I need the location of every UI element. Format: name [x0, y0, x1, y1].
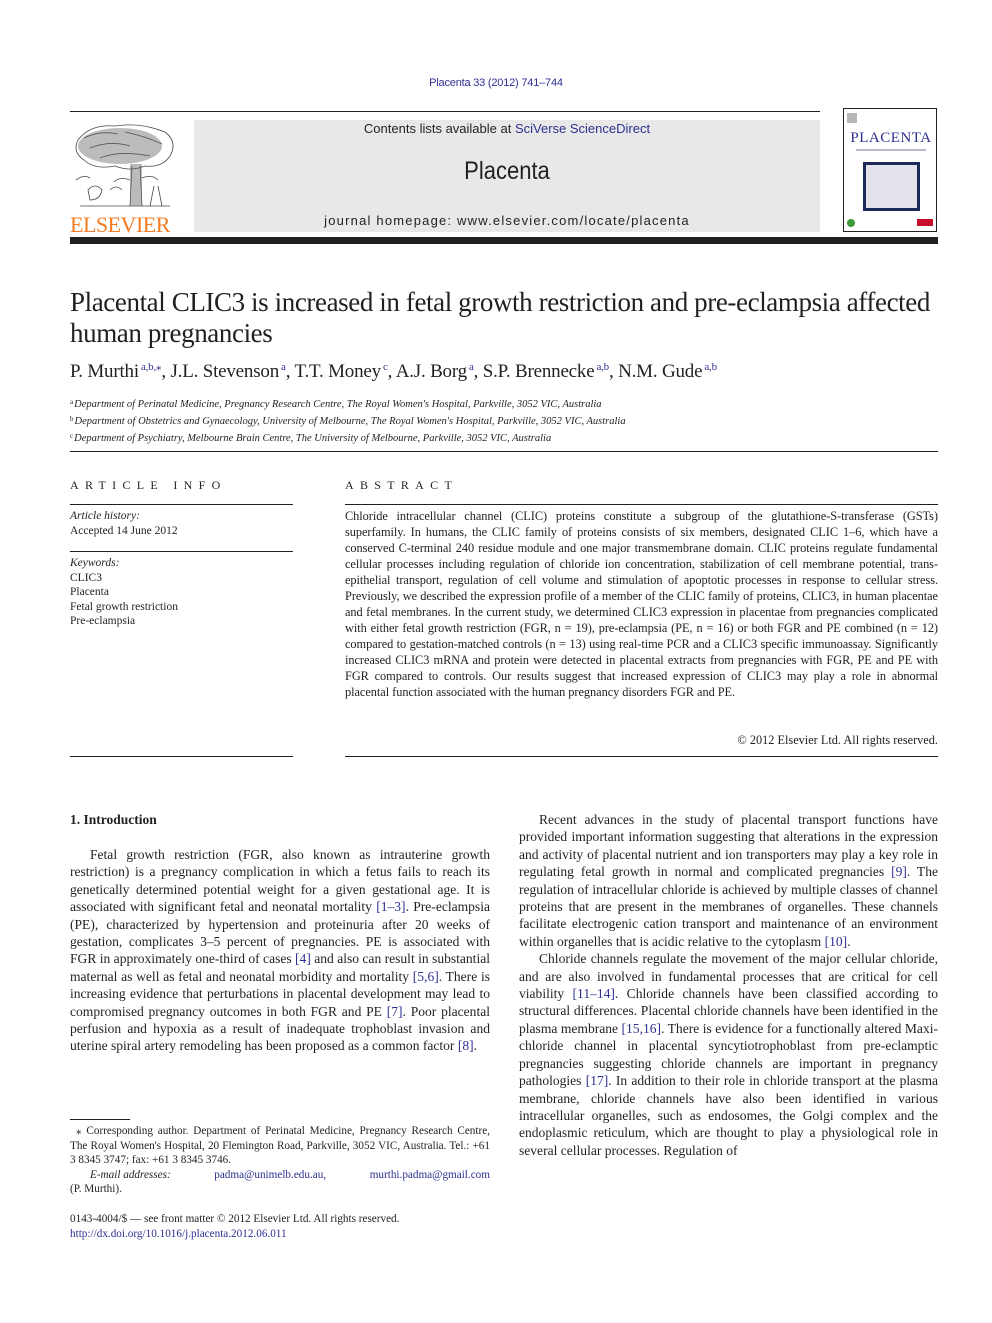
email-owner: (P. Murthi). [70, 1183, 122, 1195]
article-info-rule [70, 756, 293, 757]
author-list: P. Murthi a,b,⁎, J.L. Stevenson a, T.T. Mo… [70, 360, 950, 383]
header-rule-top [70, 111, 820, 112]
author[interactable]: T.T. Money [294, 361, 381, 382]
affiliation-text: Department of Obstetrics and Gynaecology… [74, 416, 626, 427]
article-info-heading: ARTICLE INFO [70, 478, 227, 492]
cover-elsevier-icon [847, 113, 857, 123]
body-column-left: Fetal growth restriction (FGR, also know… [70, 846, 490, 1055]
article-info-rule [70, 551, 293, 552]
abstract-text: Chloride intracellular channel (CLIC) pr… [345, 509, 938, 699]
paragraph-text: . [473, 1038, 478, 1054]
citation-link[interactable]: [1–3] [376, 899, 405, 914]
header-rule-bottom [70, 237, 938, 244]
author[interactable]: J.L. Stevenson [170, 361, 279, 382]
affiliation-text: Department of Perinatal Medicine, Pregna… [74, 399, 602, 410]
front-matter: 0143-4004/$ — see front matter © 2012 El… [70, 1212, 490, 1241]
citation-link[interactable]: [5,6] [413, 969, 439, 984]
cover-title: PLACENTA [850, 130, 932, 146]
abstract-heading: ABSTRACT [345, 478, 459, 492]
abstract-rule [345, 756, 938, 757]
body-column-right: Recent advances in the study of placenta… [519, 811, 938, 1159]
citation-link[interactable]: [9] [891, 864, 907, 879]
history-value: Accepted 14 June 2012 [70, 524, 178, 537]
keyword: Placenta [70, 586, 109, 598]
body-paragraph: Recent advances in the study of placenta… [519, 811, 938, 950]
journal-homepage[interactable]: journal homepage: www.elsevier.com/locat… [194, 213, 820, 228]
author-affiliation-marker[interactable]: a,b,⁎ [141, 361, 162, 373]
article-history: Article history: Accepted 14 June 2012 [70, 509, 178, 538]
author-affiliation-marker[interactable]: a,b [704, 361, 717, 373]
citation-link[interactable]: [7] [387, 1004, 403, 1019]
cover-ifpa-logo-icon [917, 219, 933, 226]
elsevier-wordmark: ELSEVIER [70, 212, 170, 237]
author[interactable]: P. Murthi [70, 361, 139, 382]
cover-figure-inner [866, 165, 917, 208]
body-paragraph: Chloride channels regulate the movement … [519, 950, 938, 1159]
article-title: Placental CLIC3 is increased in fetal gr… [70, 287, 930, 348]
contents-prefix: Contents lists available at [363, 121, 515, 136]
body-paragraph: Fetal growth restriction (FGR, also know… [70, 846, 490, 1055]
issn-line: 0143-4004/$ — see front matter © 2012 El… [70, 1213, 400, 1225]
cover-society-logo-icon [847, 219, 855, 227]
affiliation-key: b [70, 415, 74, 423]
affiliation-key: a [70, 398, 74, 406]
citation-link[interactable]: [10] [825, 934, 848, 949]
email-link[interactable]: padma@unimelb.edu.au, [214, 1168, 326, 1183]
citation-link[interactable]: [4] [295, 951, 311, 966]
keyword: CLIC3 [70, 571, 102, 584]
abstract-rule [345, 504, 938, 505]
footnote-rule [70, 1119, 130, 1120]
journal-cover-thumbnail[interactable]: PLACENTA [843, 108, 937, 232]
author-separator: , [609, 361, 619, 382]
cover-subtitle-bar [856, 149, 926, 151]
abstract-copyright: © 2012 Elsevier Ltd. All rights reserved… [737, 733, 938, 747]
sciencedirect-link[interactable]: SciVerse ScienceDirect [515, 121, 650, 136]
affiliation-item: bDepartment of Obstetrics and Gynaecolog… [70, 412, 950, 429]
citation-link[interactable]: [17] [586, 1073, 609, 1088]
keyword: Pre-eclampsia [70, 615, 136, 627]
citation-link[interactable]: [8] [458, 1038, 474, 1053]
paragraph-text: . [847, 933, 851, 949]
corresponding-author-text: ⁎ Corresponding author. Department of Pe… [70, 1125, 490, 1166]
section-heading-introduction: 1. Introduction [70, 812, 157, 827]
cover-figure-image [863, 162, 920, 211]
keywords-label: Keywords: [70, 557, 120, 569]
affiliation-item: cDepartment of Psychiatry, Melbourne Bra… [70, 429, 950, 446]
elsevier-tree-icon [75, 124, 174, 207]
section-divider [70, 451, 938, 452]
article-info-rule [70, 504, 293, 505]
paragraph-text: Recent advances in the study of placenta… [519, 812, 938, 880]
affiliation-item: aDepartment of Perinatal Medicine, Pregn… [70, 395, 950, 412]
email-line: E-mail addresses: padma@unimelb.edu.au, … [70, 1168, 490, 1183]
keyword: Fetal growth restriction [70, 600, 178, 613]
email-label: E-mail addresses: [90, 1168, 171, 1181]
history-label: Article history: [70, 510, 140, 522]
author-affiliation-marker[interactable]: a,b [596, 361, 609, 373]
keywords: Keywords: CLIC3 Placenta Fetal growth re… [70, 556, 178, 629]
citation-link[interactable]: [15,16] [622, 1021, 662, 1036]
author[interactable]: S.P. Brennecke [483, 361, 595, 382]
journal-reference[interactable]: Placenta 33 (2012) 741–744 [0, 77, 992, 89]
affiliation-text: Department of Psychiatry, Melbourne Brai… [74, 433, 552, 444]
contents-availability: Contents lists available at SciVerse Sci… [194, 121, 820, 136]
email-link[interactable]: murthi.padma@gmail.com [370, 1168, 490, 1183]
journal-name: Placenta [464, 157, 550, 185]
author[interactable]: A.J. Borg [396, 361, 467, 382]
doi-link[interactable]: http://dx.doi.org/10.1016/j.placenta.201… [70, 1227, 490, 1242]
affiliations: aDepartment of Perinatal Medicine, Pregn… [70, 395, 950, 446]
journal-banner: Contents lists available at SciVerse Sci… [194, 120, 820, 232]
author-separator: , [387, 361, 396, 382]
corresponding-author-footnote: ⁎ Corresponding author. Department of Pe… [70, 1124, 490, 1197]
elsevier-logo[interactable]: ELSEVIER [70, 120, 180, 237]
author[interactable]: N.M. Gude [618, 361, 702, 382]
author-separator: , [473, 361, 483, 382]
affiliation-key: c [70, 432, 74, 440]
citation-link[interactable]: [11–14] [573, 986, 615, 1001]
